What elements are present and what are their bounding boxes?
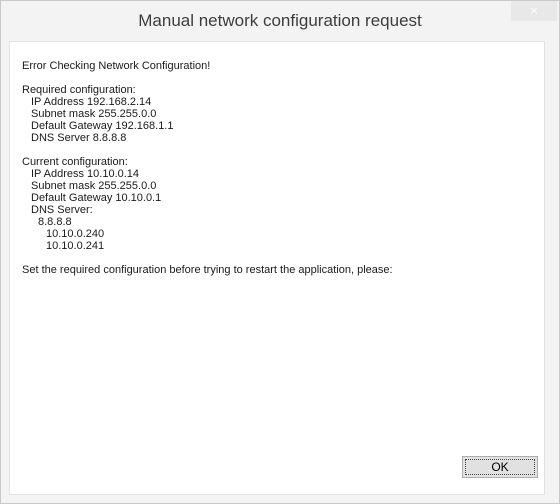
instruction-text: Set the required configuration before tr…	[22, 264, 393, 276]
current-ip: IP Address 10.10.0.14	[31, 168, 140, 180]
current-dns-server: 10.10.0.240	[46, 228, 105, 240]
title-bar[interactable]: Manual network configuration request ×	[1, 1, 559, 41]
current-gateway: Default Gateway 10.10.0.1	[31, 192, 162, 204]
required-gateway: Default Gateway 192.168.1.1	[31, 120, 174, 132]
message-text: Error Checking Network Configuration! Re…	[22, 60, 532, 276]
current-subnet: Subnet mask 255.255.0.0	[31, 180, 157, 192]
dialog-content-area: Error Checking Network Configuration! Re…	[9, 41, 545, 495]
error-heading: Error Checking Network Configuration!	[22, 60, 211, 72]
required-ip: IP Address 192.168.2.14	[31, 96, 152, 108]
current-dns-label: DNS Server:	[31, 204, 93, 216]
ok-button[interactable]: OK	[462, 456, 538, 478]
dialog-window: Manual network configuration request × E…	[0, 0, 560, 504]
required-config-label: Required configuration:	[22, 84, 136, 96]
required-subnet: Subnet mask 255.255.0.0	[31, 108, 157, 120]
current-dns-server: 10.10.0.241	[46, 240, 105, 252]
current-config-label: Current configuration:	[22, 156, 128, 168]
close-button[interactable]: ×	[511, 1, 557, 21]
close-icon: ×	[529, 4, 539, 17]
required-dns: DNS Server 8.8.8.8	[31, 132, 127, 144]
current-dns-server: 8.8.8.8	[38, 216, 72, 228]
window-title: Manual network configuration request	[138, 11, 422, 30]
